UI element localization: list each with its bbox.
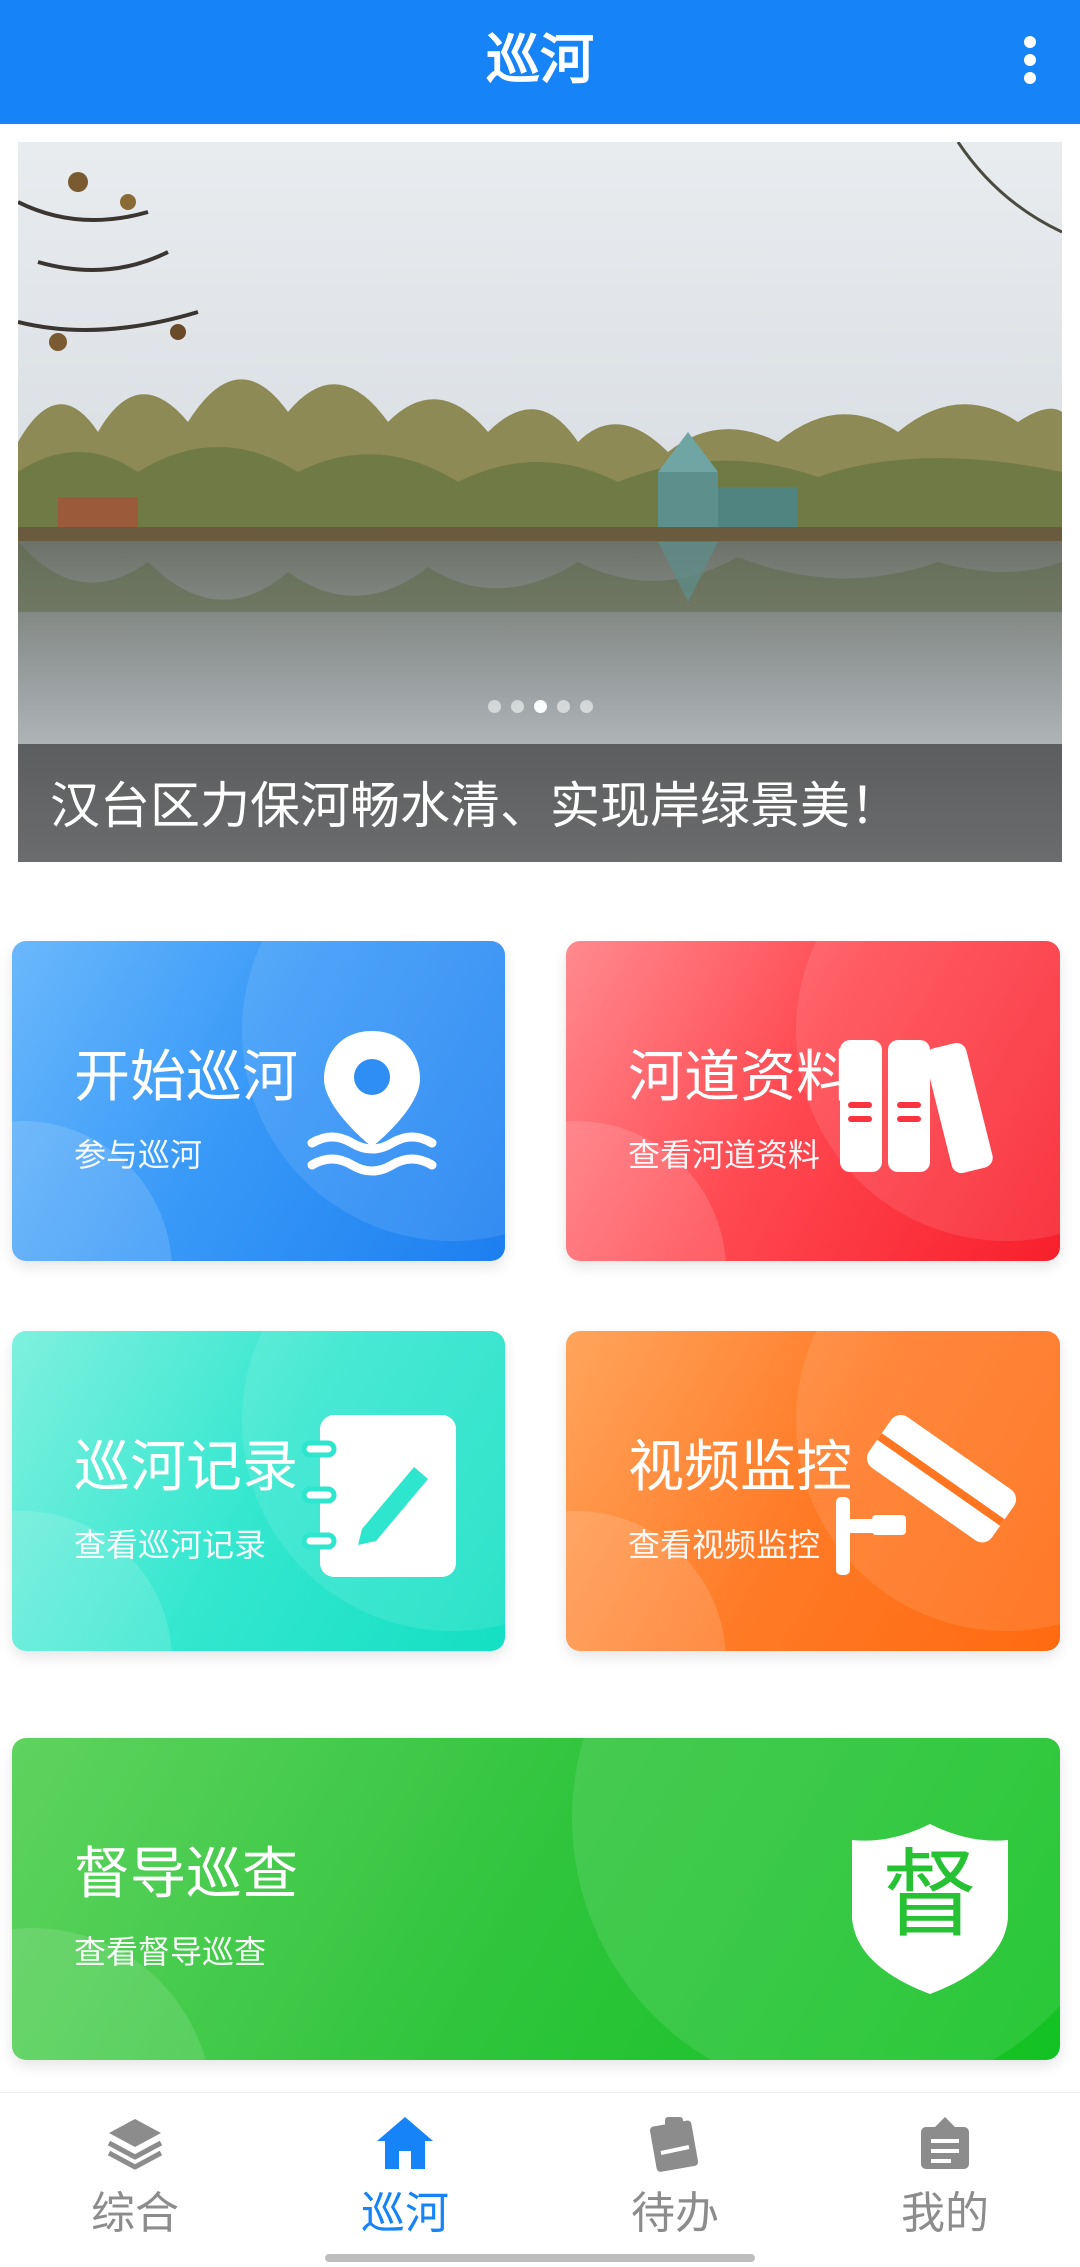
card-title: 开始巡河 bbox=[74, 1045, 298, 1110]
tab-label: 巡河 bbox=[361, 2188, 449, 2239]
location-water-icon bbox=[307, 1031, 437, 1176]
cctv-camera-icon bbox=[836, 1415, 1017, 1575]
patrol-records-card[interactable]: 巡河记录 查看巡河记录 bbox=[12, 1331, 505, 1651]
tab-label: 待办 bbox=[631, 2188, 719, 2239]
carousel-dot[interactable] bbox=[579, 700, 593, 713]
carousel-dot[interactable] bbox=[510, 700, 524, 713]
tab-mine[interactable]: 我的 bbox=[810, 2093, 1080, 2267]
notebook-pen-icon bbox=[302, 1415, 456, 1577]
card-title: 视频监控 bbox=[628, 1435, 852, 1500]
supervision-card[interactable]: 督导巡查 查看督导巡查 督 bbox=[12, 1738, 1060, 2060]
card-title: 河道资料 bbox=[628, 1045, 852, 1110]
banner-caption[interactable]: 汉台区力保河畅水清、实现岸绿景美！ bbox=[50, 774, 900, 838]
carousel-dot[interactable] bbox=[556, 700, 570, 713]
tab-label: 综合 bbox=[91, 2188, 179, 2239]
carousel-indicator bbox=[18, 698, 1062, 717]
shield-badge-text: 督 bbox=[882, 1839, 978, 1951]
card-subtitle: 查看视频监控 bbox=[628, 1526, 821, 1564]
bottom-tab-bar: 综合 巡河 待办 我的 bbox=[0, 2092, 1080, 2267]
card-title: 巡河记录 bbox=[74, 1435, 298, 1500]
tab-overview[interactable]: 综合 bbox=[0, 2093, 270, 2267]
video-monitor-card[interactable]: 视频监控 查看视频监控 bbox=[566, 1331, 1060, 1651]
river-data-card[interactable]: 河道资料 查看河道资料 bbox=[566, 941, 1060, 1261]
clipboard-icon bbox=[649, 2117, 699, 2172]
carousel-dot[interactable] bbox=[487, 700, 501, 713]
tab-todo[interactable]: 待办 bbox=[540, 2093, 810, 2267]
profile-card-icon bbox=[921, 2117, 969, 2169]
layers-icon bbox=[107, 2119, 163, 2170]
card-subtitle: 参与巡河 bbox=[74, 1136, 203, 1174]
top-app-bar: 巡河 bbox=[0, 0, 1080, 124]
home-icon bbox=[377, 2117, 433, 2169]
start-patrol-card[interactable]: 开始巡河 参与巡河 bbox=[12, 941, 505, 1261]
banner-carousel[interactable]: 汉台区力保河畅水清、实现岸绿景美！ bbox=[18, 142, 1062, 862]
tab-patrol[interactable]: 巡河 bbox=[270, 2093, 540, 2267]
card-subtitle: 查看巡河记录 bbox=[74, 1526, 267, 1564]
card-subtitle: 查看督导巡查 bbox=[74, 1933, 267, 1971]
more-vertical-icon[interactable] bbox=[1010, 30, 1050, 94]
tab-label: 我的 bbox=[901, 2188, 989, 2239]
carousel-dot-active[interactable] bbox=[533, 700, 547, 713]
page-title: 巡河 bbox=[486, 28, 594, 91]
books-icon bbox=[840, 1040, 993, 1174]
card-title: 督导巡查 bbox=[74, 1842, 298, 1907]
card-subtitle: 查看河道资料 bbox=[628, 1136, 821, 1174]
home-indicator[interactable] bbox=[325, 2254, 755, 2262]
